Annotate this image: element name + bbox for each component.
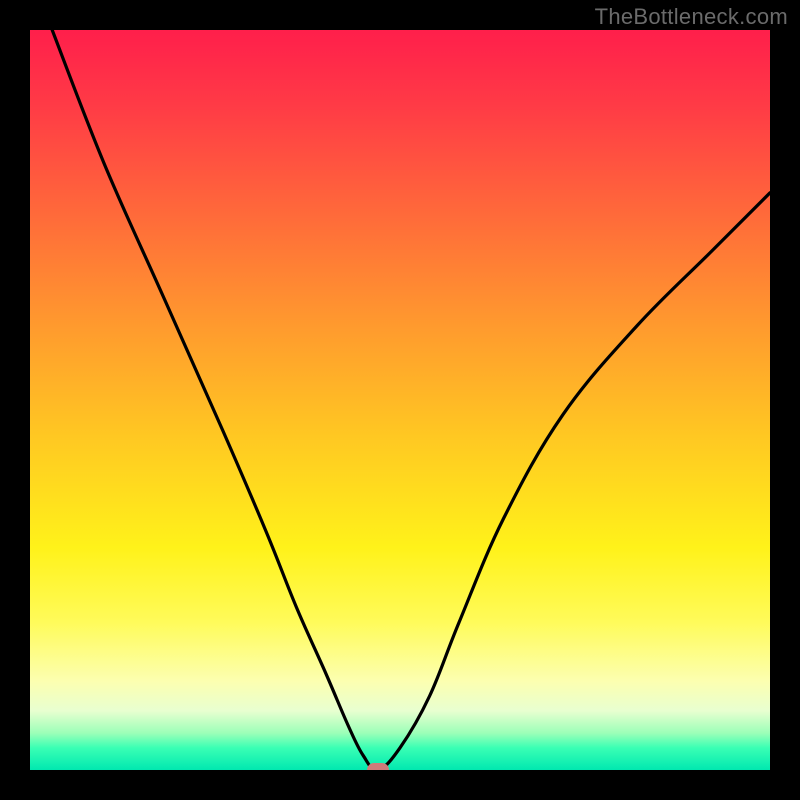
watermark-text: TheBottleneck.com: [595, 4, 788, 30]
chart-frame: TheBottleneck.com: [0, 0, 800, 800]
plot-area: [30, 30, 770, 770]
optimal-point-marker: [367, 763, 389, 770]
plot-gradient-background: [30, 30, 770, 770]
